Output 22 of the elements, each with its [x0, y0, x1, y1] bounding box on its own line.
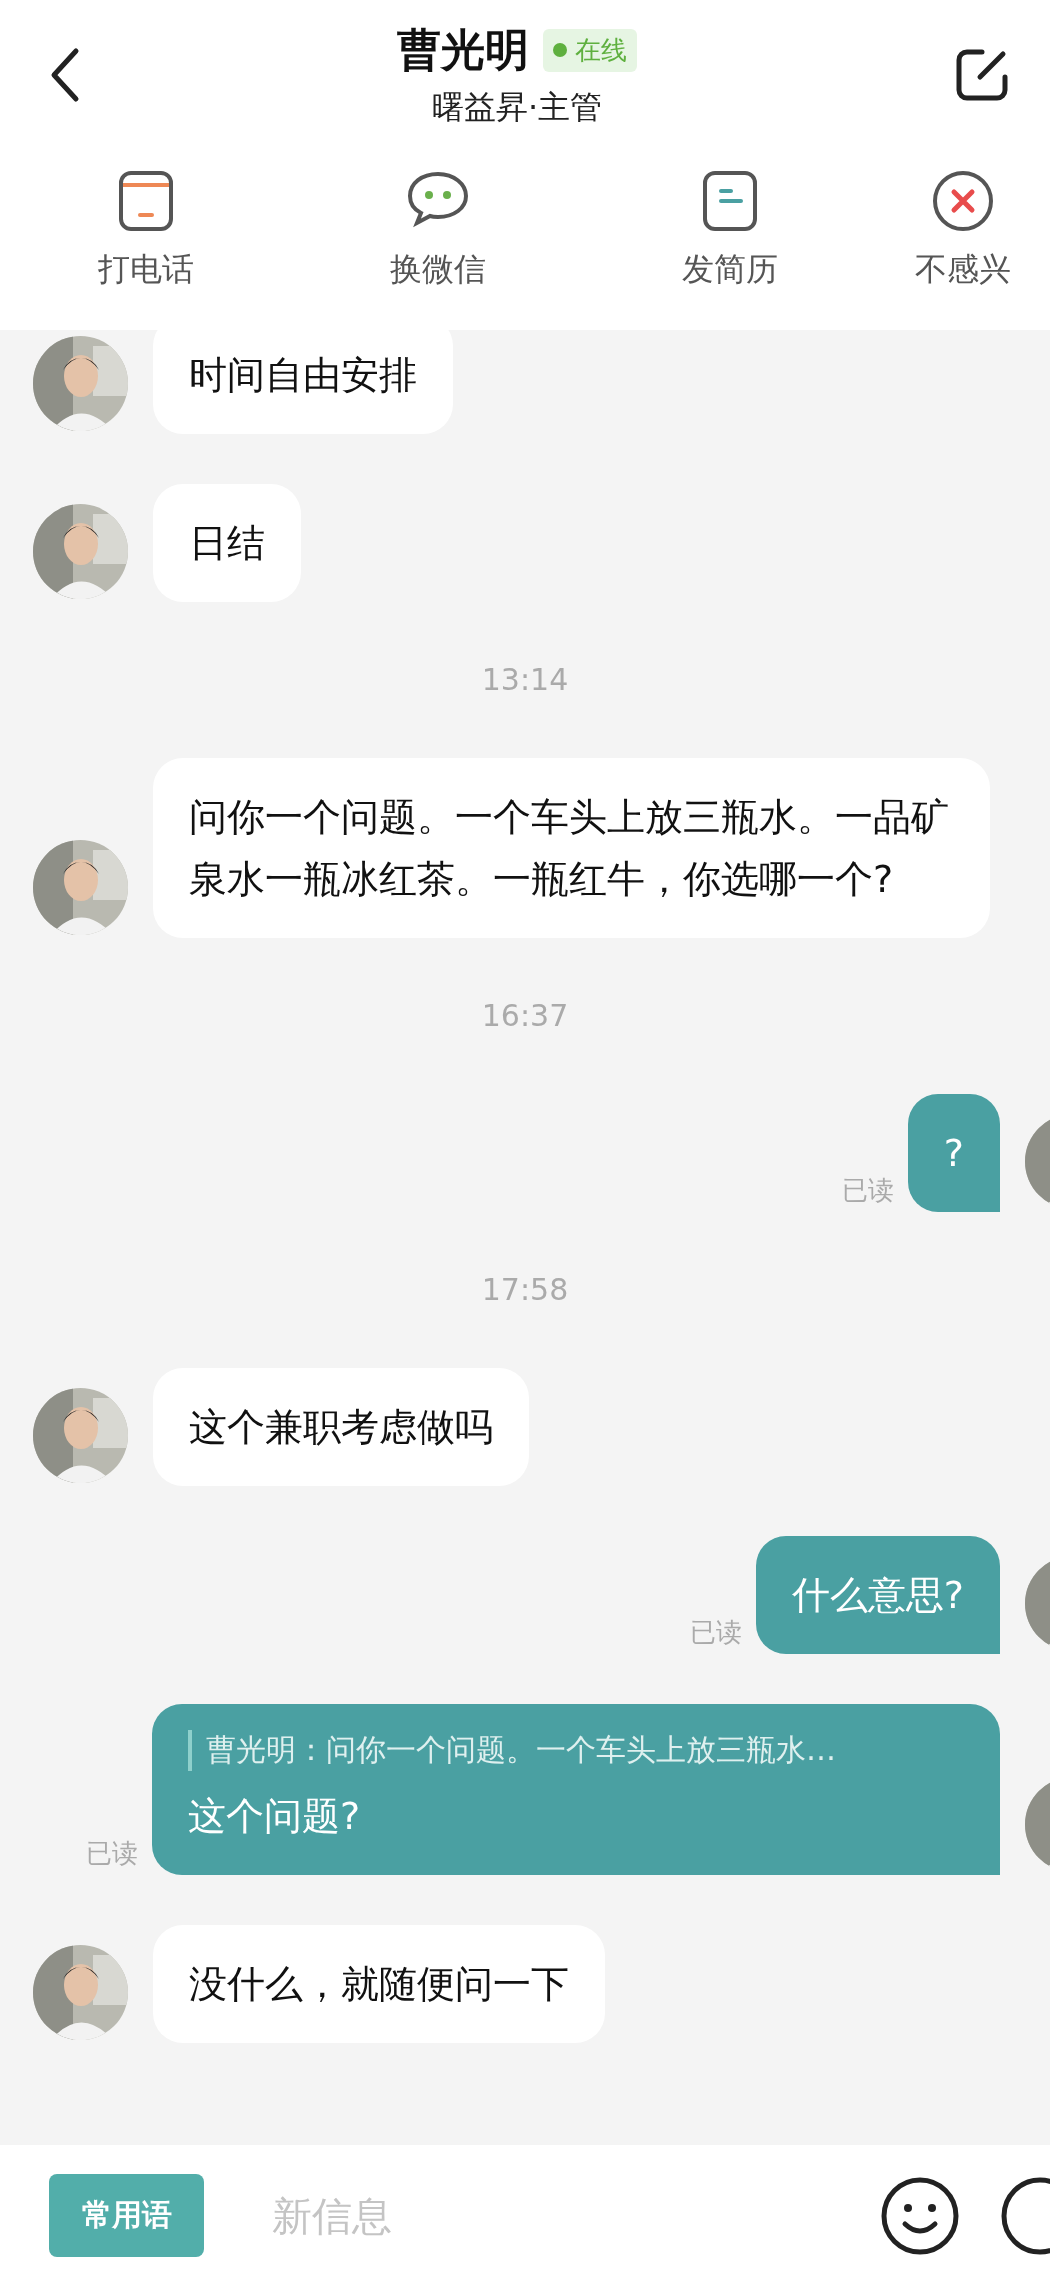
read-receipt: 已读: [841, 1174, 894, 1207]
read-receipt: 已读: [689, 1616, 742, 1649]
quoted-message: 曹光明：问你一个问题。一个车头上放三瓶水…: [188, 1730, 964, 1771]
action-button[interactable]: 换微信: [292, 168, 584, 292]
read-receipt: 已读: [86, 1837, 138, 1870]
contact-subtitle: 曙益昇·主管: [431, 86, 603, 128]
message-bubble: ?: [907, 1094, 1000, 1212]
action-button[interactable]: 不感兴: [876, 168, 1050, 292]
timestamp: 13:14: [481, 661, 569, 699]
action-button[interactable]: 发简历: [584, 168, 876, 292]
message-bubble: 日结: [153, 484, 301, 602]
message-bubble: 这个兼职考虑做吗: [153, 1368, 529, 1486]
action-button[interactable]: 打电话: [0, 168, 292, 292]
message-text: 这个问题?: [188, 1793, 362, 1840]
message-bubble: 问你一个问题。一个车头上放三瓶水。一品矿泉水一瓶冰红茶。一瓶红牛，你选哪一个?: [153, 758, 990, 938]
timestamp: 17:58: [481, 1271, 569, 1309]
message-bubble: 什么意思?: [755, 1536, 1000, 1654]
timestamp: 16:37: [481, 997, 569, 1035]
message-bubble: 没什么，就随便问一下: [153, 1925, 605, 2043]
contact-name: 曹光明: [397, 22, 529, 77]
online-badge: 在线: [543, 28, 637, 72]
message-bubble: 时间自由安排: [153, 330, 453, 434]
